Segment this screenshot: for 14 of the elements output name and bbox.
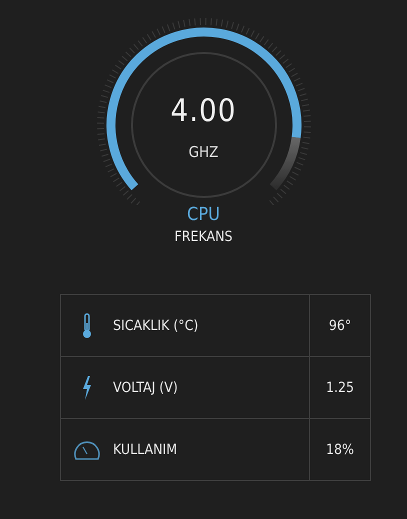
lightning-icon [82,376,92,400]
stat-value: 96° [328,318,352,334]
gauge-icon [73,438,101,460]
gauge-track [269,136,300,190]
stat-label: KULLANIM [113,442,178,458]
stat-label: SICAKLIK (°C) [113,318,198,334]
unit-label: GHZ [188,143,218,161]
stat-value: 18% [326,442,354,458]
gauge-title: CPU [186,204,221,225]
stat-label: VOLTAJ (V) [113,380,178,396]
stat-value: 1.25 [326,380,354,396]
gauge-subtitle: FREKANS [174,229,234,245]
thermometer-icon [82,312,92,338]
frequency-value: 4.00 [170,93,237,129]
